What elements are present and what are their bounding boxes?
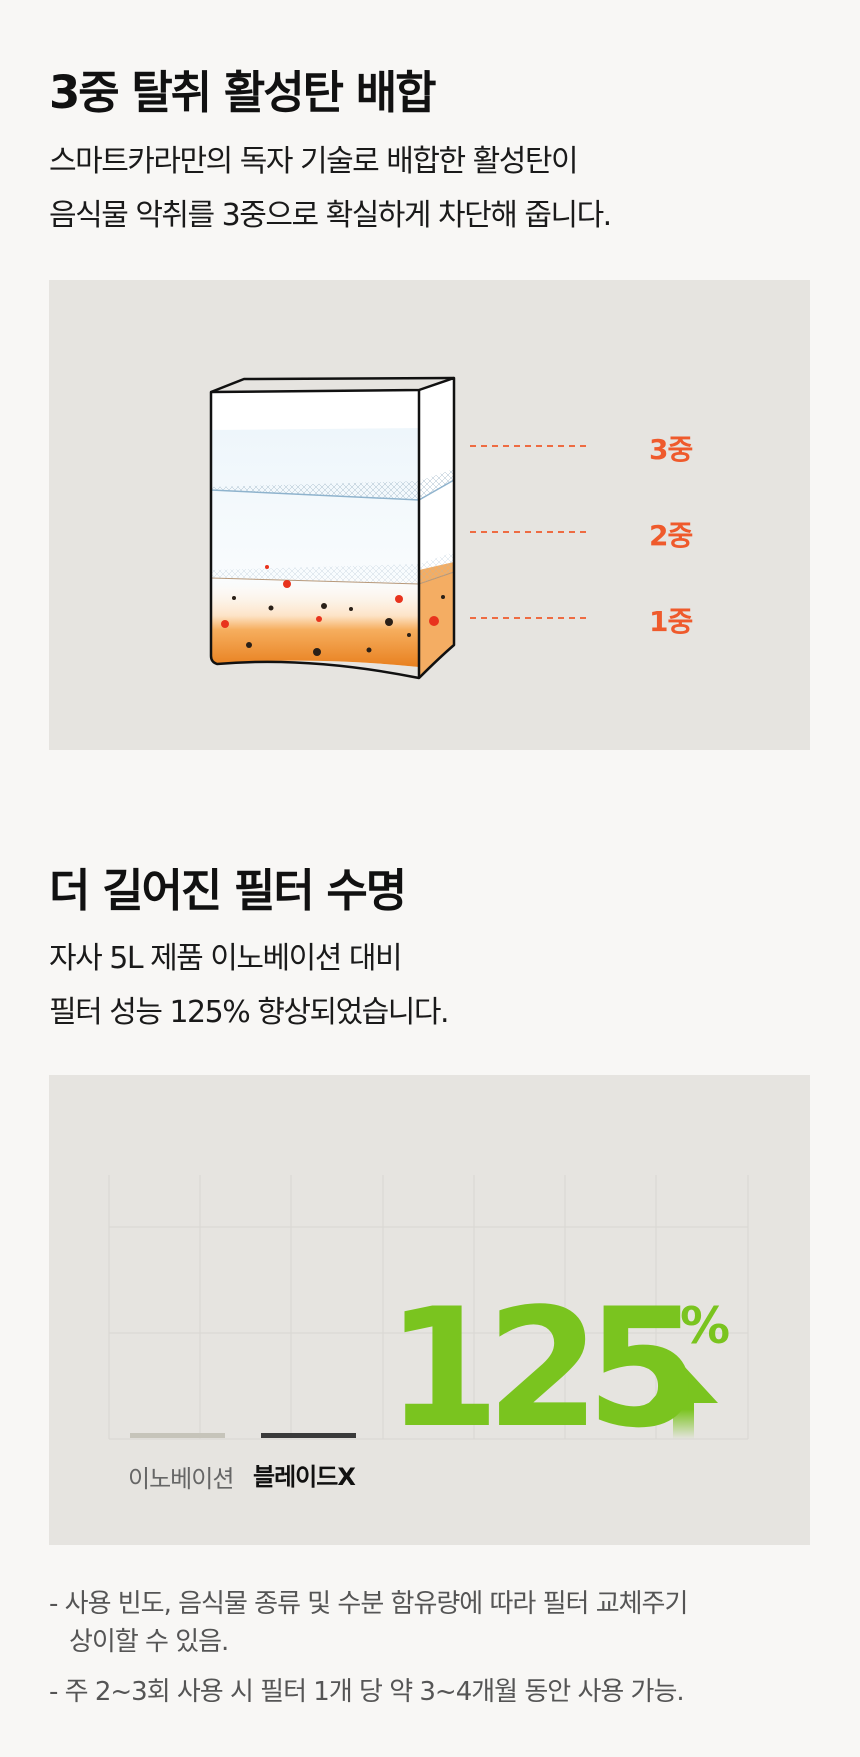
filter-lifespan-panel: 이노베이션 블레이드X 125 % [49,1075,810,1545]
bladex-bar [261,1433,356,1438]
bar-label-bladex: 블레이드X [253,1463,356,1491]
section1-desc-line2: 음식물 악취를 3중으로 확실하게 차단해 줍니다. [49,198,612,233]
filter-layers-panel: 3중 2중 1중 [49,280,810,750]
section2-title: 더 길어진 필터 수명 [49,864,407,917]
layer-label-1: 1중 [649,605,693,638]
section1-description: 스마트카라만의 독자 기술로 배합한 활성탄이 음식물 악취를 3중으로 확실하… [49,135,612,243]
layer-label-2: 2중 [649,519,693,552]
layer-label-3: 3중 [649,433,693,466]
section1-title: 3중 탈취 활성탄 배합 [49,66,437,119]
note-1: - 사용 빈도, 음식물 종류 및 수분 함유량에 따라 필터 교체주기 상이할… [49,1585,688,1661]
stat-value: 125 [386,1273,700,1464]
section2-desc-line2: 필터 성능 125% 향상되었습니다. [49,995,450,1030]
stat-unit: % [680,1297,731,1355]
section2-desc-line1: 자사 5L 제품 이노베이션 대비 [49,941,403,976]
bar-label-innovation: 이노베이션 [128,1465,234,1493]
note-1-line1: - 사용 빈도, 음식물 종류 및 수분 함유량에 따라 필터 교체주기 [49,1589,688,1619]
note-1-line2: 상이할 수 있음. [69,1627,229,1657]
section2-description: 자사 5L 제품 이노베이션 대비 필터 성능 125% 향상되었습니다. [49,932,450,1040]
filter-cartridge-illustration [209,376,589,680]
note-2: - 주 2~3회 사용 시 필터 1개 당 약 3~4개월 동안 사용 가능. [49,1677,685,1707]
section1-desc-line1: 스마트카라만의 독자 기술로 배합한 활성탄이 [49,144,579,179]
innovation-bar [130,1433,225,1438]
